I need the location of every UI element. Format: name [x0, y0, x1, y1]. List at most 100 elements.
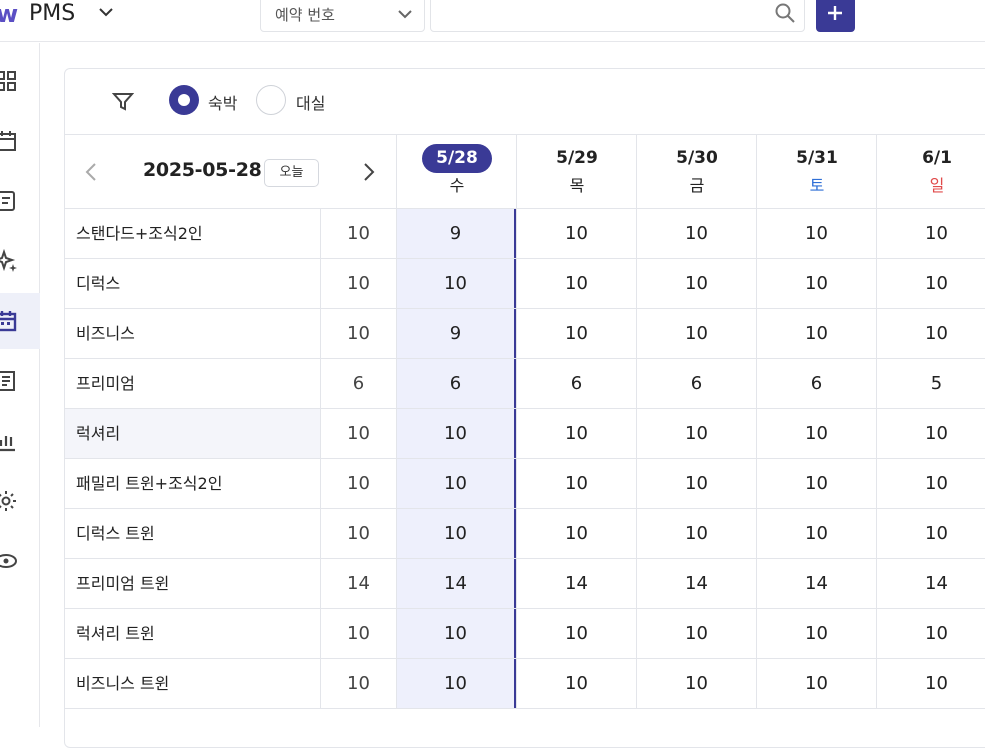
availability-cell[interactable]: 10 [516, 209, 636, 258]
availability-cell[interactable]: 6 [636, 359, 756, 408]
room-type-name[interactable]: 비즈니스 [65, 309, 321, 358]
bar-chart-icon [0, 436, 15, 452]
availability-cell[interactable]: 10 [516, 309, 636, 358]
room-type-name[interactable]: 비즈니스 트윈 [65, 659, 321, 708]
day-date-label: 5/30 [676, 148, 718, 168]
room-type-name[interactable]: 스탠다드+조식2인 [65, 209, 321, 258]
availability-cell[interactable]: 10 [756, 409, 876, 458]
availability-cell[interactable]: 6 [756, 359, 876, 408]
document-icon [0, 371, 15, 391]
availability-cell[interactable]: 10 [636, 409, 756, 458]
availability-cell[interactable]: 14 [516, 559, 636, 608]
availability-cell[interactable]: 10 [756, 259, 876, 308]
table-row: 비즈니스 트윈 10 10 10 10 10 10 [65, 659, 985, 709]
availability-cell[interactable]: 10 [636, 209, 756, 258]
room-type-name[interactable]: 럭셔리 트윈 [65, 609, 321, 658]
sidebar-item-dashboard[interactable] [0, 53, 40, 109]
sidebar-item-billing[interactable] [0, 173, 40, 229]
chevron-right-icon[interactable] [357, 161, 379, 183]
availability-cell[interactable]: 10 [876, 459, 985, 508]
availability-cell[interactable]: 10 [636, 509, 756, 558]
availability-cell[interactable]: 10 [396, 659, 516, 708]
day-header[interactable]: 5/31 토 [756, 135, 876, 209]
availability-cell[interactable]: 10 [516, 609, 636, 658]
room-type-name[interactable]: 디럭스 트윈 [65, 509, 321, 558]
availability-cell[interactable]: 10 [516, 659, 636, 708]
current-date: 2025-05-28 [143, 159, 262, 181]
room-type-name[interactable]: 프리미엄 트윈 [65, 559, 321, 608]
availability-cell[interactable]: 10 [756, 459, 876, 508]
day-header[interactable]: 5/30 금 [636, 135, 756, 209]
availability-cell[interactable]: 10 [516, 509, 636, 558]
availability-cell[interactable]: 10 [756, 609, 876, 658]
availability-cell[interactable]: 10 [876, 509, 985, 558]
availability-cell[interactable]: 10 [636, 259, 756, 308]
logo-icon: w [0, 0, 19, 28]
availability-cell[interactable]: 6 [516, 359, 636, 408]
room-type-name[interactable]: 패밀리 트윈+조식2인 [65, 459, 321, 508]
availability-cell[interactable]: 10 [876, 309, 985, 358]
table-row: 패밀리 트윈+조식2인 10 10 10 10 10 10 [65, 459, 985, 509]
availability-cell[interactable]: 10 [636, 659, 756, 708]
day-weekday: 목 [569, 176, 585, 195]
availability-cell[interactable]: 6 [396, 359, 516, 408]
day-date-label: 5/29 [556, 148, 598, 168]
sidebar-item-statistics[interactable] [0, 413, 40, 469]
availability-cell[interactable]: 10 [876, 209, 985, 258]
sidebar-item-reports[interactable] [0, 353, 40, 409]
availability-cell[interactable]: 10 [396, 609, 516, 658]
day-header[interactable]: 5/29 목 [516, 135, 636, 209]
availability-cell[interactable]: 10 [516, 459, 636, 508]
room-total-count: 10 [347, 323, 370, 344]
availability-cell[interactable]: 9 [396, 209, 516, 258]
sidebar-item-reservations[interactable] [0, 113, 40, 169]
availability-cell[interactable]: 10 [636, 459, 756, 508]
search-icon[interactable] [774, 2, 796, 24]
availability-cell[interactable]: 10 [396, 409, 516, 458]
dayuse-radio[interactable] [256, 85, 286, 115]
today-button[interactable]: 오늘 [264, 159, 319, 187]
room-type-name[interactable]: 디럭스 [65, 259, 321, 308]
filter-icon[interactable] [112, 91, 134, 113]
availability-cell[interactable]: 14 [756, 559, 876, 608]
availability-cell[interactable]: 10 [396, 509, 516, 558]
availability-cell[interactable]: 10 [396, 259, 516, 308]
room-total-count: 14 [347, 573, 370, 594]
availability-cell[interactable]: 14 [876, 559, 985, 608]
stay-radio-label: 숙박 [208, 94, 238, 113]
sidebar-item-view[interactable] [0, 533, 40, 589]
availability-cell[interactable]: 10 [516, 259, 636, 308]
search-input[interactable] [430, 0, 805, 32]
calendar-grid-icon [0, 311, 17, 332]
availability-cell[interactable]: 10 [876, 259, 985, 308]
day-weekday: 일 [929, 176, 945, 195]
day-date: 5/30 [637, 147, 757, 169]
availability-cell[interactable]: 10 [756, 209, 876, 258]
day-header[interactable]: 6/1 일 [876, 135, 985, 209]
add-button[interactable] [816, 0, 855, 32]
availability-cell[interactable]: 14 [396, 559, 516, 608]
room-type-name[interactable]: 럭셔리 [65, 409, 321, 458]
sidebar-item-settings[interactable] [0, 473, 40, 529]
day-header[interactable]: 5/28 수 [396, 135, 516, 209]
availability-cell[interactable]: 10 [876, 609, 985, 658]
availability-cell[interactable]: 10 [876, 409, 985, 458]
chevron-left-icon[interactable] [81, 161, 103, 183]
availability-cell[interactable]: 10 [396, 459, 516, 508]
availability-cell[interactable]: 10 [756, 309, 876, 358]
search-type-select[interactable]: 예약 번호 [260, 0, 425, 32]
availability-cell[interactable]: 14 [636, 559, 756, 608]
availability-cell[interactable]: 10 [756, 509, 876, 558]
availability-cell[interactable]: 10 [876, 659, 985, 708]
room-type-name[interactable]: 프리미엄 [65, 359, 321, 408]
sidebar-item-inventory[interactable] [0, 293, 40, 349]
sidebar-item-housekeeping[interactable] [0, 233, 40, 289]
chevron-down-icon[interactable] [97, 3, 115, 21]
availability-cell[interactable]: 10 [516, 409, 636, 458]
availability-cell[interactable]: 9 [396, 309, 516, 358]
availability-cell[interactable]: 5 [876, 359, 985, 408]
availability-cell[interactable]: 10 [636, 309, 756, 358]
stay-radio[interactable] [169, 85, 199, 115]
availability-cell[interactable]: 10 [636, 609, 756, 658]
availability-cell[interactable]: 10 [756, 659, 876, 708]
